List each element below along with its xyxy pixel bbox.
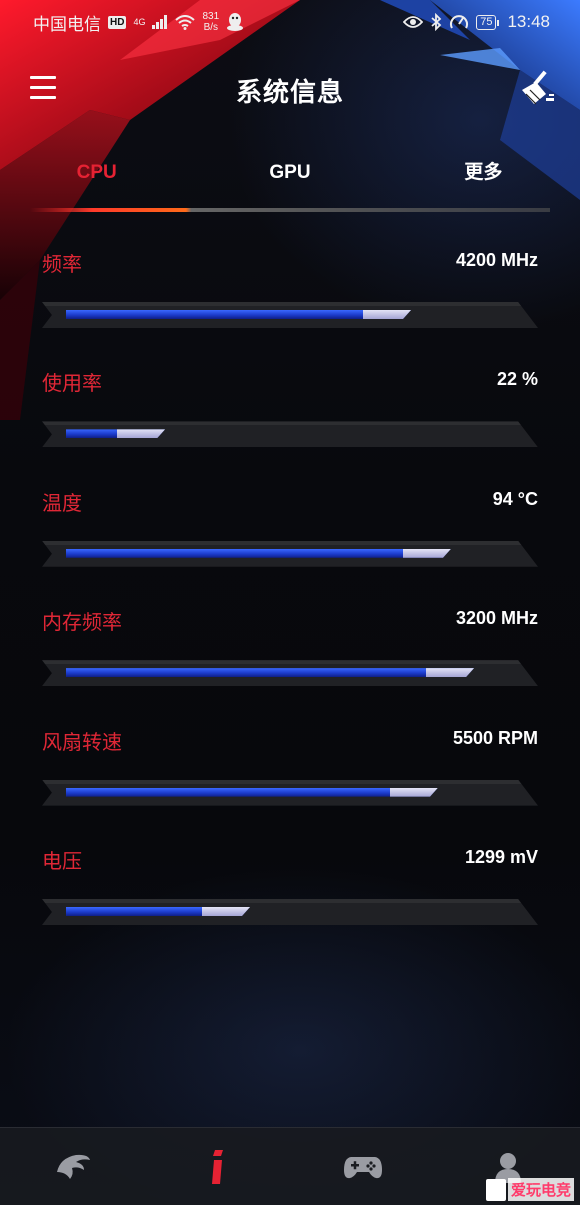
qq-icon [227, 13, 244, 31]
broom-clean-icon[interactable] [516, 68, 556, 108]
metric-label: 风扇转速 [42, 731, 122, 754]
metric-memory-frequency: 内存频率 3200 MHz [0, 598, 580, 717]
gauge-icon [450, 15, 469, 29]
progress-fill [66, 310, 411, 319]
wifi-icon [175, 14, 196, 30]
battery-level: 75 [476, 14, 500, 30]
metric-label: 内存频率 [42, 612, 122, 635]
signal-icon [152, 15, 168, 29]
tab-gpu[interactable]: GPU [193, 150, 386, 196]
page-title: 系统信息 [235, 76, 344, 107]
metric-value: 5500 RPM [452, 727, 538, 748]
info-icon [211, 1149, 223, 1184]
tab-cpu[interactable]: CPU [0, 150, 193, 196]
clock-time: 13:48 [507, 12, 550, 31]
status-bar: 中国电信 HD 4G 831 B/s 75 13:48 [0, 0, 580, 44]
metric-value: 22 % [496, 369, 538, 390]
progress-fill [66, 549, 451, 558]
nav-item-rog[interactable] [0, 1128, 145, 1205]
progress-fill [66, 788, 438, 797]
watermark-mark [485, 1178, 506, 1201]
metric-temperature: 温度 94 °C [0, 479, 580, 598]
metric-usage: 使用率 22 % [0, 359, 580, 478]
bluetooth-icon [431, 13, 442, 31]
gamepad-icon [343, 1156, 382, 1178]
progress-track [42, 779, 538, 806]
tab-indicator [30, 208, 550, 212]
metric-value: 94 °C [492, 488, 538, 509]
progress-fill [66, 429, 165, 438]
progress-track [42, 540, 538, 567]
hamburger-menu-icon[interactable] [30, 76, 60, 102]
network-type: 4G [133, 16, 146, 27]
network-speed: 831 B/s [202, 11, 219, 33]
hd-badge: HD [108, 15, 127, 29]
progress-track [42, 898, 538, 925]
speed-value: 831 [202, 11, 220, 22]
metric-value: 1299 mV [464, 846, 538, 867]
nav-item-info[interactable] [145, 1128, 290, 1205]
metric-value: 4200 MHz [455, 250, 538, 270]
tab-more[interactable]: 更多 [387, 150, 580, 196]
metric-fan-speed: 风扇转速 5500 RPM [0, 718, 580, 837]
nav-item-game[interactable] [290, 1128, 435, 1205]
progress-track [42, 421, 538, 448]
metric-label: 使用率 [42, 373, 102, 396]
metric-voltage: 电压 1299 mV [0, 837, 580, 956]
speed-unit: B/s [203, 22, 219, 33]
rog-eye-icon [56, 1154, 90, 1179]
metric-label: 电压 [42, 850, 82, 873]
metric-label: 温度 [42, 492, 82, 515]
eye-comfort-icon [403, 16, 424, 28]
carrier-name: 中国电信 [33, 14, 101, 34]
watermark-text: 爱玩电竞 [507, 1178, 574, 1201]
progress-fill [66, 668, 474, 677]
progress-track [42, 660, 538, 687]
progress-track [42, 302, 538, 328]
metric-label: 频率 [42, 254, 82, 276]
metrics-list: 频率 4200 MHz 使用率 22 % 温度 94 °C 内存频率 3200 … [0, 240, 580, 956]
progress-fill [66, 907, 250, 916]
metric-frequency: 频率 4200 MHz [0, 240, 580, 359]
tab-bar: CPU GPU 更多 [0, 150, 580, 196]
metric-value: 3200 MHz [455, 608, 538, 629]
app-bar: 系统信息 [0, 62, 580, 118]
watermark-logo: 爱玩电竞 [485, 1178, 574, 1201]
